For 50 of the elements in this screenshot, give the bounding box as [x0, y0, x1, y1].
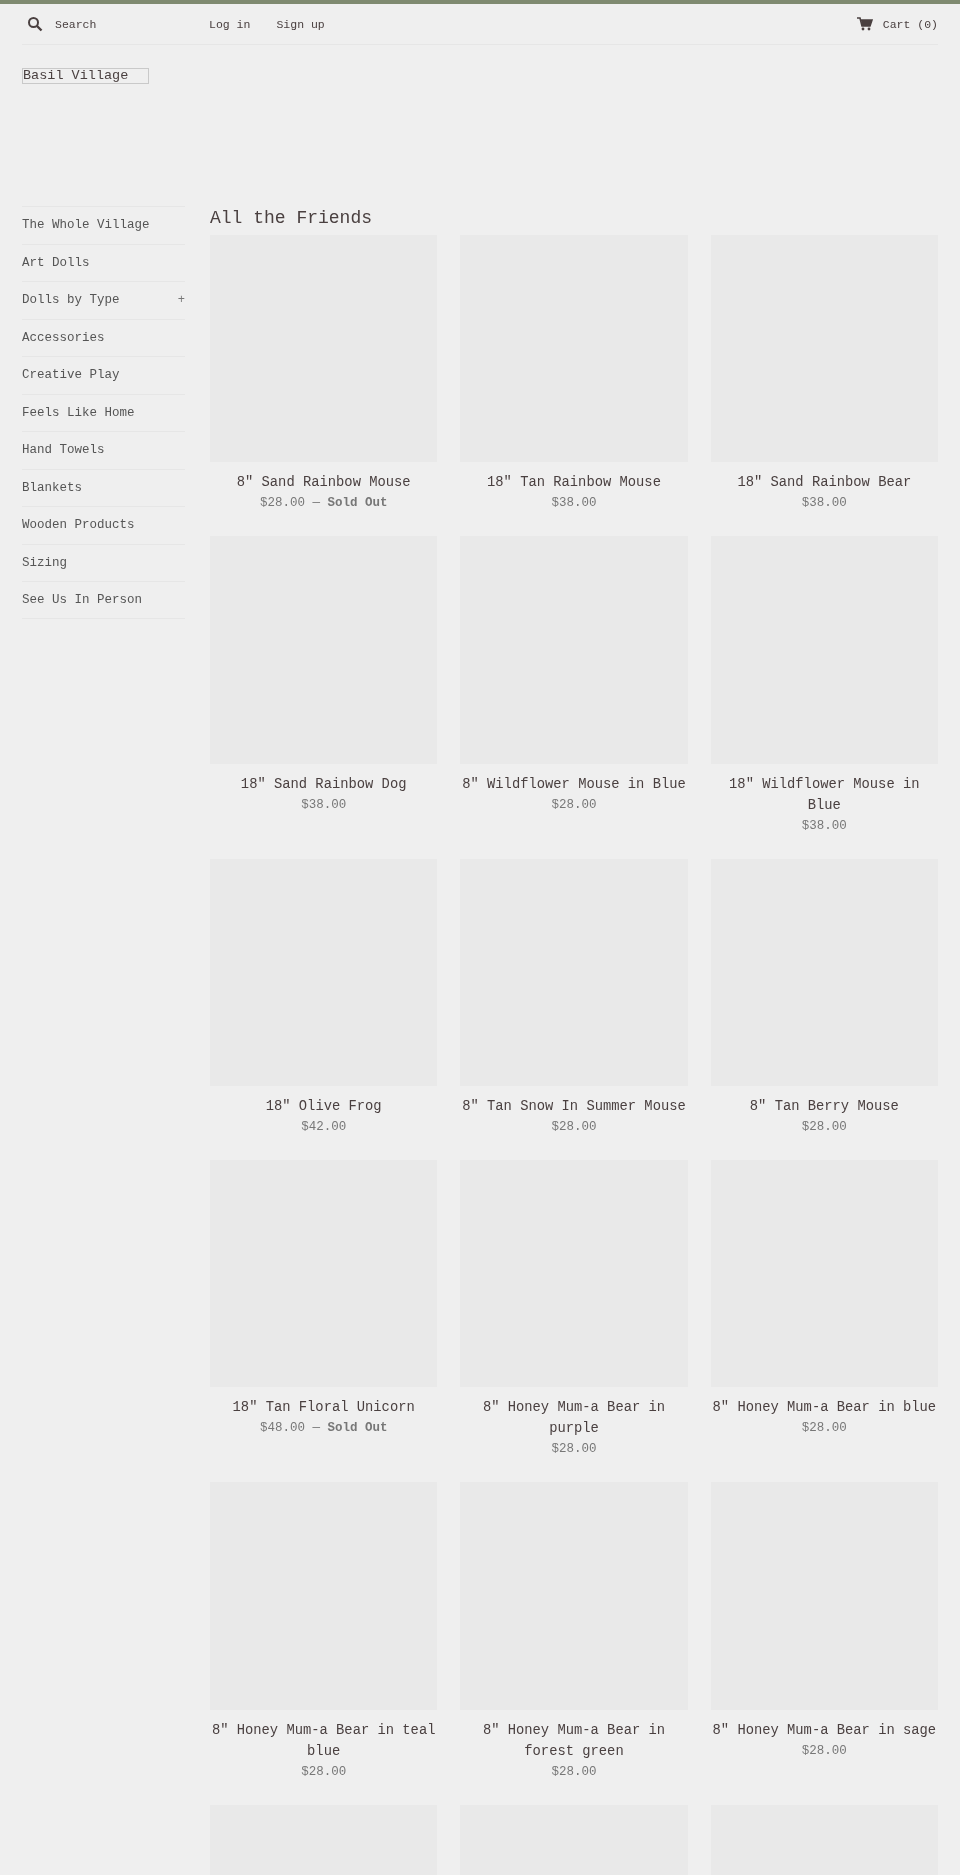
product-price: $38.00 — [801, 817, 847, 835]
product-title[interactable]: 18" Olive Frog — [265, 1096, 382, 1117]
product-price: $28.00 — [551, 796, 597, 814]
cart-link[interactable]: Cart (0) — [856, 17, 938, 31]
search-icon[interactable] — [27, 16, 43, 32]
product-price: $48.00 — Sold Out — [259, 1420, 388, 1438]
sidebar-item[interactable]: Dolls by Type — [22, 293, 120, 308]
search-field[interactable]: Search — [55, 17, 165, 31]
product-title[interactable]: 8" Tan Berry Mouse — [749, 1096, 899, 1117]
product-title[interactable]: 8" Honey Mum-a Bear in teal blue — [210, 1719, 438, 1762]
sidebar-item[interactable]: Hand Towels — [22, 443, 105, 458]
site-logo[interactable]: Basil Village — [22, 68, 150, 84]
product-price: $28.00 — [551, 1441, 597, 1459]
product-title[interactable]: 8" Tan Snow In Summer Mouse — [462, 1096, 686, 1117]
sidebar-item[interactable]: Sizing — [22, 555, 67, 570]
account-link[interactable]: Sign up — [276, 17, 325, 31]
product-title[interactable]: 8" Honey Mum-a Bear in blue — [712, 1397, 937, 1419]
product-title[interactable]: 8" Honey Mum-a Bear in forest green — [460, 1719, 688, 1762]
expand-toggle[interactable]: + — [177, 293, 185, 308]
sidebar-item[interactable]: Accessories — [22, 330, 105, 345]
sidebar-item[interactable]: Creative Play — [22, 368, 120, 383]
product-price: $28.00 — [301, 1763, 347, 1781]
collection-title: All the Friends — [210, 207, 374, 230]
sidebar-item[interactable]: The Whole Village — [22, 218, 150, 233]
product-title[interactable]: 18" Sand Rainbow Dog — [240, 773, 407, 795]
product-price: $28.00 — [801, 1119, 847, 1136]
sidebar-item[interactable]: Feels Like Home — [22, 405, 135, 420]
account-link[interactable]: Log in — [209, 17, 251, 31]
cart-icon[interactable] — [856, 17, 873, 31]
product-title[interactable]: 8" Honey Mum-a Bear in purple — [460, 1397, 688, 1440]
product-title[interactable]: 18" Sand Rainbow Bear — [737, 472, 912, 494]
product-price: $42.00 — [301, 1119, 347, 1136]
product-price: $38.00 — [801, 495, 847, 513]
product-price: $28.00 — [801, 1420, 847, 1438]
product-title[interactable]: 18" Tan Rainbow Mouse — [487, 472, 661, 494]
product-price: $38.00 — [551, 495, 597, 513]
sidebar-item[interactable]: Blankets — [22, 480, 82, 495]
product-title[interactable]: 8" Honey Mum-a Bear in sage — [712, 1719, 937, 1741]
product-title[interactable]: 18" Tan Floral Unicorn — [232, 1397, 415, 1419]
product-title[interactable]: 8" Sand Rainbow Mouse — [236, 472, 411, 494]
product-title[interactable]: 8" Wildflower Mouse in Blue — [462, 773, 686, 795]
product-price: $28.00 — Sold Out — [259, 495, 388, 513]
sidebar-item[interactable]: Wooden Products — [22, 518, 135, 533]
sidebar-item[interactable]: See Us In Person — [22, 592, 143, 607]
product-price: $38.00 — [301, 796, 347, 814]
product-price: $28.00 — [551, 1763, 597, 1781]
product-title[interactable]: 18" Wildflower Mouse in Blue — [710, 773, 938, 816]
product-price: $28.00 — [801, 1742, 847, 1760]
sidebar-item[interactable]: Art Dolls — [22, 255, 90, 270]
product-price: $28.00 — [551, 1119, 597, 1136]
